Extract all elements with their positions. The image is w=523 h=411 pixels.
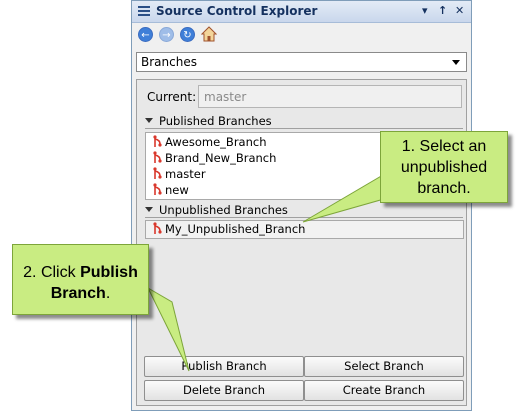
callout-2-suffix: . [105, 285, 111, 302]
callout-1-line: 1. Select an [401, 138, 487, 155]
callout-pointers [146, 171, 399, 372]
callout-1-line: branch. [417, 180, 471, 197]
callout-2-bold-publish: Publish [80, 264, 138, 281]
callout-step-1: 1. Select an unpublished branch. [380, 131, 508, 203]
callout-2-line-2: Branch. [13, 283, 148, 304]
callout-1-line: unpublished [400, 159, 488, 176]
callout-step-2: 2. Click Publish Branch. [12, 244, 149, 315]
callout-2-pointer [146, 286, 190, 372]
callout-2-line-1: 2. Click Publish [13, 262, 148, 283]
callout-2-prefix: 2. Click [23, 264, 81, 281]
callout-2-bold-branch: Branch [50, 285, 106, 302]
